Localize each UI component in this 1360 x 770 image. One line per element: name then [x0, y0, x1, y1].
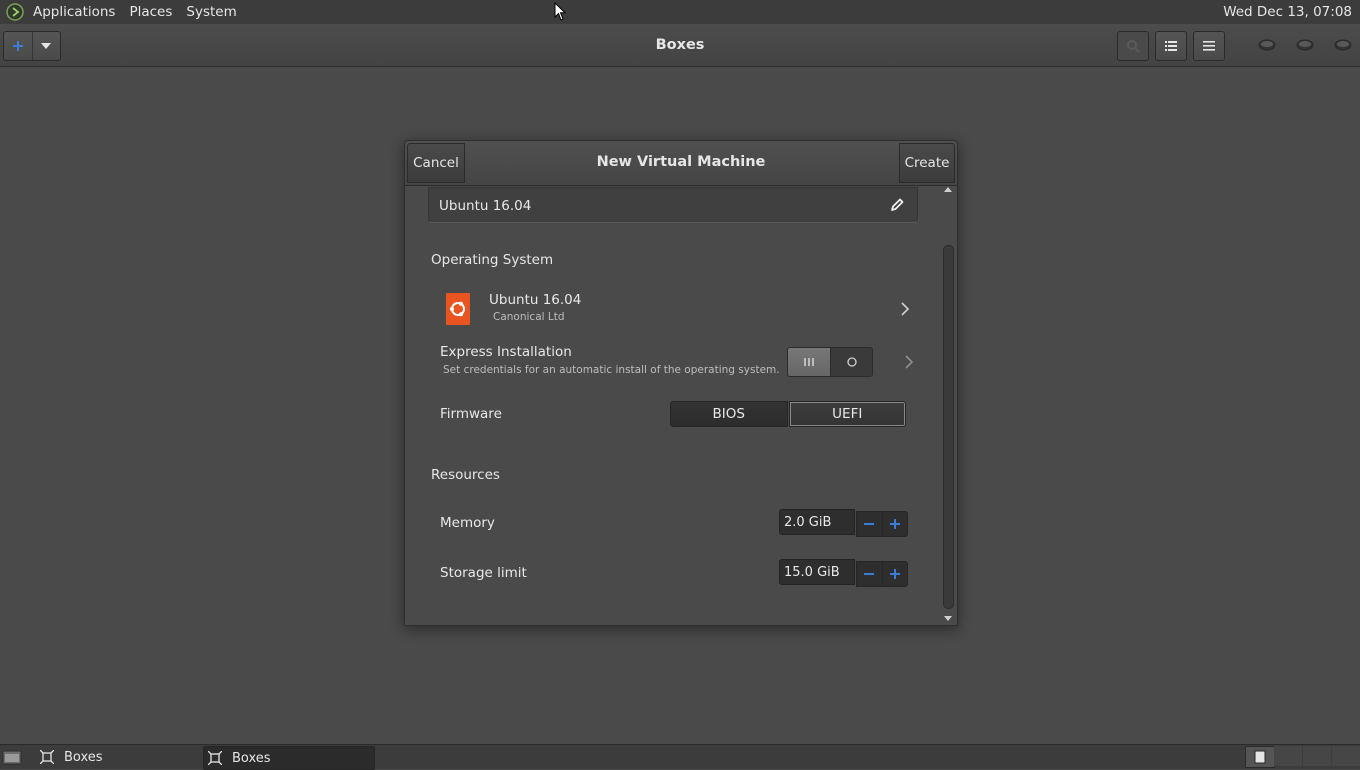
express-installation-label: Express Installation — [440, 344, 572, 360]
switch-on-icon — [804, 358, 814, 366]
switch-off-segment — [831, 348, 872, 376]
vm-name-field[interactable]: Ubuntu 16.04 — [428, 187, 918, 223]
mouse-cursor-icon — [554, 2, 567, 21]
os-section-title: Operating System — [431, 252, 554, 268]
scroll-down-arrow-icon[interactable] — [944, 616, 952, 621]
storage-row: Storage limit 15.0 GiB — [440, 559, 910, 587]
cancel-button[interactable]: Cancel — [407, 143, 465, 183]
workspace-1[interactable] — [1245, 746, 1275, 768]
memory-increment-button[interactable] — [883, 512, 908, 536]
clock[interactable]: Wed Dec 13, 07:08 — [1223, 4, 1352, 20]
chevron-down-icon — [41, 43, 52, 49]
workspace-3[interactable] — [1303, 746, 1331, 766]
minimize-button[interactable] — [1258, 38, 1276, 52]
create-button[interactable]: Create — [899, 143, 955, 183]
os-selector-row[interactable]: Ubuntu 16.04 Canonical Ltd — [441, 289, 911, 329]
boxes-app-icon — [40, 750, 54, 764]
switch-off-icon — [846, 357, 857, 367]
menu-applications[interactable]: Applications — [26, 4, 122, 20]
taskbar-item-active[interactable]: Boxes — [203, 746, 375, 770]
os-vendor: Canonical Ltd — [493, 311, 565, 323]
storage-decrement-button[interactable] — [857, 562, 883, 586]
firmware-toggle: BIOS UEFI — [670, 401, 906, 427]
os-name: Ubuntu 16.04 — [489, 292, 582, 308]
plus-icon — [12, 41, 23, 51]
dialog-header: Cancel New Virtual Machine Create — [405, 141, 957, 186]
resources-section-title: Resources — [431, 467, 500, 483]
window-thumbnail-icon — [1254, 750, 1266, 764]
scrollbar-thumb[interactable] — [943, 245, 954, 609]
minus-icon — [864, 573, 875, 575]
memory-label: Memory — [440, 515, 495, 531]
express-installation-description: Set credentials for an automatic install… — [443, 364, 780, 376]
new-button-group — [3, 31, 61, 61]
ubuntu-logo-icon — [446, 293, 470, 325]
bottom-panel: Boxes Boxes — [0, 744, 1360, 770]
express-installation-row: Express Installation Set credentials for… — [440, 344, 915, 384]
workspace-4[interactable] — [1332, 746, 1360, 766]
taskbar-item-label: Boxes — [232, 750, 271, 766]
vm-name-value: Ubuntu 16.04 — [439, 198, 532, 214]
close-button[interactable] — [1334, 38, 1352, 52]
search-button[interactable] — [1117, 31, 1149, 61]
pencil-icon[interactable] — [889, 197, 905, 213]
distro-logo-icon[interactable] — [6, 3, 24, 21]
dialog-scrollbar[interactable] — [941, 185, 955, 623]
switch-on-segment — [788, 348, 831, 376]
boxes-app-icon — [208, 751, 222, 765]
search-icon — [1127, 40, 1140, 53]
menu-places[interactable]: Places — [122, 4, 179, 20]
memory-stepper — [856, 511, 908, 537]
bios-option[interactable]: BIOS — [670, 401, 788, 427]
memory-decrement-button[interactable] — [857, 512, 883, 536]
show-desktop-icon[interactable] — [2, 749, 22, 765]
menu-system[interactable]: System — [179, 4, 243, 20]
scroll-up-arrow-icon[interactable] — [944, 187, 952, 192]
list-view-button[interactable] — [1155, 31, 1187, 61]
plus-icon — [889, 569, 900, 579]
minus-icon — [864, 523, 875, 525]
menu-button[interactable] — [1193, 31, 1225, 61]
top-panel: Applications Places System Wed Dec 13, 0… — [0, 0, 1360, 25]
new-dropdown-button[interactable] — [33, 32, 61, 60]
chevron-right-icon — [901, 302, 910, 316]
new-vm-dialog: Cancel New Virtual Machine Create Ubuntu… — [404, 140, 958, 626]
storage-increment-button[interactable] — [883, 562, 908, 586]
uefi-option[interactable]: UEFI — [788, 401, 906, 427]
firmware-label: Firmware — [440, 406, 502, 422]
taskbar-item[interactable]: Boxes — [36, 746, 202, 768]
app-headerbar: Boxes — [0, 24, 1360, 67]
maximize-button[interactable] — [1296, 38, 1314, 52]
list-icon — [1165, 41, 1177, 51]
hamburger-icon — [1203, 41, 1215, 51]
chevron-right-icon — [905, 355, 914, 369]
memory-value-field[interactable]: 2.0 GiB — [779, 509, 855, 535]
taskbar-item-label: Boxes — [64, 749, 103, 765]
dialog-title: New Virtual Machine — [596, 154, 766, 170]
workspace-2[interactable] — [1274, 746, 1302, 766]
maximize-icon — [1296, 39, 1314, 51]
plus-icon — [889, 519, 900, 529]
minimize-icon — [1258, 39, 1276, 51]
express-installation-switch[interactable] — [787, 347, 873, 377]
storage-stepper — [856, 561, 908, 587]
new-button[interactable] — [4, 32, 33, 60]
storage-value-field[interactable]: 15.0 GiB — [779, 559, 855, 585]
close-icon — [1334, 39, 1352, 51]
memory-row: Memory 2.0 GiB — [440, 509, 910, 537]
storage-label: Storage limit — [440, 565, 527, 581]
